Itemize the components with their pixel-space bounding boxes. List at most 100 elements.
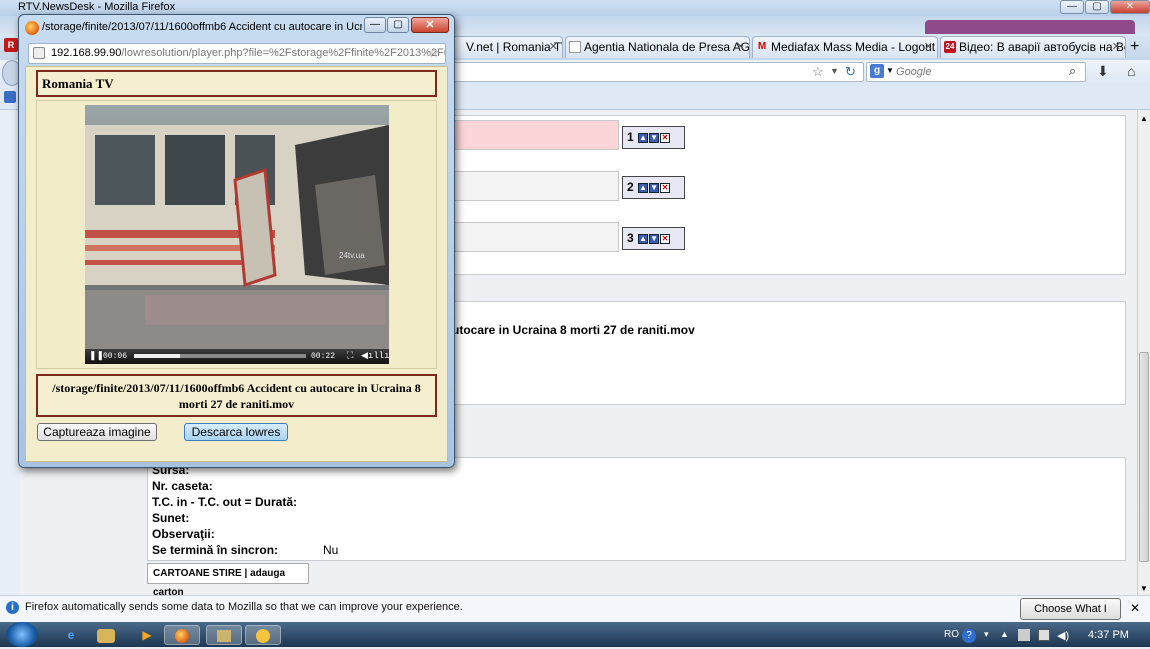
pause-icon[interactable]: ❚❚ xyxy=(89,351,104,361)
tab-agerpres[interactable]: Agentia Nationala de Presa AGE... ✕ xyxy=(565,36,750,58)
maximize-button[interactable]: ▢ xyxy=(1085,0,1109,14)
total-time: 00:22 xyxy=(311,352,336,361)
video-player[interactable]: 24tv.ua xyxy=(85,105,389,349)
move-down-icon[interactable]: ▼ xyxy=(649,182,660,193)
delete-icon[interactable]: ✕ xyxy=(660,132,671,143)
firefox-taskbar-button[interactable] xyxy=(164,625,200,645)
info-panel xyxy=(147,457,1126,561)
language-indicator[interactable]: RO xyxy=(944,629,959,640)
seek-progress xyxy=(134,354,181,358)
tray-expand-icon[interactable]: ▲ xyxy=(1000,629,1009,639)
order-number: 1 xyxy=(627,130,634,144)
taskbar-clock[interactable]: 4:37 PM xyxy=(1088,629,1129,641)
sidebar-icon[interactable] xyxy=(4,91,16,103)
network-icon[interactable] xyxy=(1018,629,1030,641)
order-controls-2: 2 ▲ ▼ ✕ xyxy=(622,176,685,199)
popup-maximize-button[interactable]: ▢ xyxy=(387,17,409,33)
info-label-caseta: Nr. caseta: xyxy=(152,479,213,493)
scroll-down-icon[interactable]: ▼ xyxy=(1140,584,1148,593)
download-lowres-button[interactable]: Descarca lowres xyxy=(184,423,288,441)
seek-bar[interactable] xyxy=(134,354,306,358)
popup-title: /storage/finite/2013/07/11/1600offmb6 Ac… xyxy=(42,21,362,33)
google-icon[interactable]: g xyxy=(870,64,884,78)
tab-close-icon[interactable]: ✕ xyxy=(924,37,933,57)
close-button[interactable]: ✕ xyxy=(1110,0,1150,14)
new-tab-button[interactable]: + xyxy=(1130,38,1139,56)
messenger-taskbar-button[interactable] xyxy=(245,625,281,645)
bookmark-star-icon[interactable]: ☆ xyxy=(812,64,824,80)
firefox-icon xyxy=(175,629,189,643)
order-field-3[interactable] xyxy=(440,222,619,252)
move-up-icon[interactable]: ▲ xyxy=(638,182,649,193)
mediafax-icon: M xyxy=(757,41,767,52)
internet-explorer-icon[interactable]: e xyxy=(60,625,82,645)
file-name-text: utocare in Ucraina 8 morti 27 de raniti.… xyxy=(452,323,695,337)
window-icon xyxy=(217,630,231,642)
action-center-icon[interactable] xyxy=(1038,629,1050,641)
home-icon[interactable]: ⌂ xyxy=(1127,63,1135,79)
url-host: 192.168.99.90 xyxy=(51,47,122,59)
app-taskbar-button[interactable] xyxy=(206,625,242,645)
popup-minimize-button[interactable]: — xyxy=(364,17,386,33)
notification-text: Firefox automatically sends some data to… xyxy=(25,601,463,613)
popup-url-bar[interactable]: 192.168.99.90/lowresolution/player.php?f… xyxy=(28,43,446,64)
move-down-icon[interactable]: ▼ xyxy=(649,132,660,143)
info-label-tc: T.C. in - T.C. out = Durată: xyxy=(152,495,298,509)
delete-icon[interactable]: ✕ xyxy=(660,233,671,244)
help-icon[interactable]: ? xyxy=(962,629,976,643)
url-bar[interactable] xyxy=(440,62,864,82)
info-label-sunet: Sunet: xyxy=(152,511,190,525)
tab-label: Agentia Nationala de Presa AGE... xyxy=(584,40,750,54)
media-player-icon[interactable]: ▶ xyxy=(136,625,158,645)
video-watermark: 24tv.ua xyxy=(339,251,365,260)
delete-icon[interactable]: ✕ xyxy=(660,182,671,193)
notification-close-icon[interactable]: ✕ xyxy=(1130,601,1140,615)
order-controls-3: 3 ▲ ▼ ✕ xyxy=(622,227,685,250)
tab-romania-tv[interactable]: V.net | Romania TV ✕ xyxy=(447,36,563,58)
start-button[interactable] xyxy=(6,622,38,647)
volume-icon[interactable]: ◀ıllı xyxy=(361,351,390,361)
move-up-icon[interactable]: ▲ xyxy=(638,132,649,143)
24-icon: 24 xyxy=(944,41,956,53)
tab-close-icon[interactable]: ✕ xyxy=(1112,37,1121,57)
page-icon xyxy=(569,41,581,53)
fullscreen-icon[interactable]: ⛶ xyxy=(347,351,353,361)
explorer-folder-icon[interactable] xyxy=(97,629,115,643)
order-controls-1: 1 ▲ ▼ ✕ xyxy=(622,126,685,149)
move-up-icon[interactable]: ▲ xyxy=(638,233,649,244)
language-dropdown-icon[interactable]: ▾ xyxy=(984,629,989,640)
info-icon: i xyxy=(6,601,19,614)
smiley-icon xyxy=(256,629,270,643)
site-identity-icon[interactable] xyxy=(33,47,45,59)
move-down-icon[interactable]: ▼ xyxy=(649,233,660,244)
reload-icon[interactable]: ↻ xyxy=(845,64,856,80)
order-field-2[interactable] xyxy=(440,171,619,201)
choose-what-i-share-button[interactable]: Choose What I Share xyxy=(1020,598,1121,635)
engine-dropdown-icon[interactable]: ▼ xyxy=(886,66,894,75)
video-controls: ❚❚ 00:06 00:22 ⛶ ◀ıllı xyxy=(85,349,390,364)
info-label-sincron: Se termină în sincron: xyxy=(152,543,279,557)
download-icon[interactable]: ⬇ xyxy=(1097,63,1109,80)
volume-icon[interactable]: ◀) xyxy=(1057,629,1069,642)
tab-mediafax[interactable]: M Mediafax Mass Media - Logout ✕ xyxy=(752,36,938,58)
order-number: 3 xyxy=(627,231,634,245)
tab-label: Mediafax Mass Media - Logout xyxy=(771,40,936,54)
order-field-1[interactable] xyxy=(440,120,619,150)
tab-24tv[interactable]: 24 Відео: В аварії автобусів на Во... ✕ xyxy=(940,36,1126,58)
scrollbar-thumb[interactable] xyxy=(1139,352,1149,562)
tab-groups-button[interactable] xyxy=(925,20,1135,34)
tab-close-icon[interactable]: ✕ xyxy=(549,37,558,57)
history-dropdown-icon[interactable]: ▼ xyxy=(830,66,839,76)
bookmark-star-icon[interactable]: ☆ xyxy=(428,45,440,61)
file-path-box: /storage/finite/2013/07/11/1600offmb6 Ac… xyxy=(36,374,437,417)
tab-close-icon[interactable]: ✕ xyxy=(736,37,745,57)
capture-image-button[interactable]: Captureaza imagine xyxy=(37,423,157,441)
rtv-tab-icon[interactable]: R xyxy=(4,38,18,52)
main-window-title: RTV.NewsDesk - Mozilla Firefox xyxy=(18,1,176,13)
channel-header: Romania TV xyxy=(36,70,437,97)
minimize-button[interactable]: — xyxy=(1060,0,1084,14)
search-icon[interactable]: ⌕ xyxy=(1069,63,1076,79)
firefox-icon xyxy=(25,21,39,35)
popup-close-button[interactable]: ✕ xyxy=(411,17,449,33)
scroll-up-icon[interactable]: ▲ xyxy=(1140,114,1148,123)
